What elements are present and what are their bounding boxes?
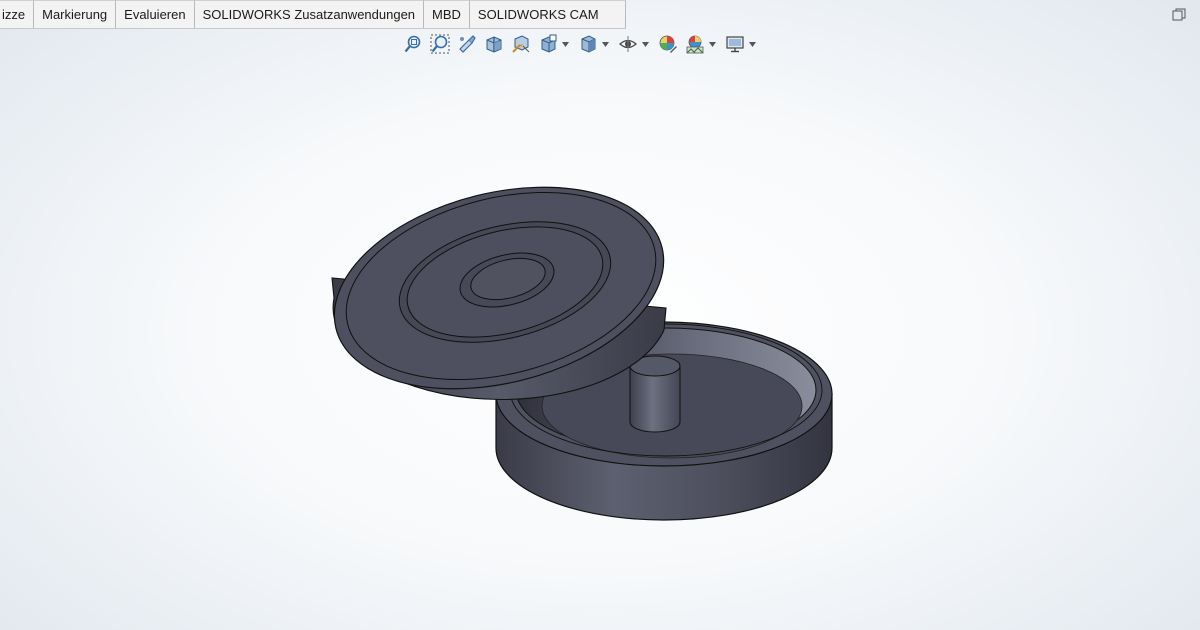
tab-sketch[interactable]: izze [0,0,35,28]
hide-show-items-dropdown-icon[interactable] [641,33,649,55]
cad-model[interactable] [300,170,880,550]
tab-markup[interactable]: Markierung [34,0,117,28]
center-post[interactable] [629,355,681,433]
tab-mbd[interactable]: MBD [424,0,470,28]
dynamic-annotation-views-icon[interactable] [510,33,532,55]
apply-scene-icon[interactable] [684,33,706,55]
zoom-to-fit-icon[interactable] [402,33,424,55]
tab-evaluate[interactable]: Evaluieren [116,0,195,28]
view-settings-dropdown-icon[interactable] [748,33,756,55]
graphics-area[interactable]: izze Markierung Evaluieren SOLIDWORKS Zu… [0,0,1200,630]
zoom-to-area-icon[interactable] [429,33,451,55]
edit-appearance-icon[interactable] [657,33,679,55]
heads-up-view-toolbar [402,32,764,56]
command-manager-tabs: izze Markierung Evaluieren SOLIDWORKS Zu… [0,0,626,29]
apply-scene-dropdown-icon[interactable] [708,33,716,55]
tab-solidworks-addins[interactable]: SOLIDWORKS Zusatzanwendungen [194,0,425,28]
view-orientation-dropdown-icon[interactable] [561,33,569,55]
display-style-dropdown-icon[interactable] [601,33,609,55]
tab-solidworks-cam[interactable]: SOLIDWORKS CAM [469,0,626,28]
view-orientation-icon[interactable] [537,33,559,55]
previous-view-icon[interactable] [456,33,478,55]
hide-show-items-icon[interactable] [617,33,639,55]
section-view-icon[interactable] [483,33,505,55]
restore-window-icon[interactable] [1172,8,1186,22]
view-settings-icon[interactable] [724,33,746,55]
display-style-icon[interactable] [577,33,599,55]
